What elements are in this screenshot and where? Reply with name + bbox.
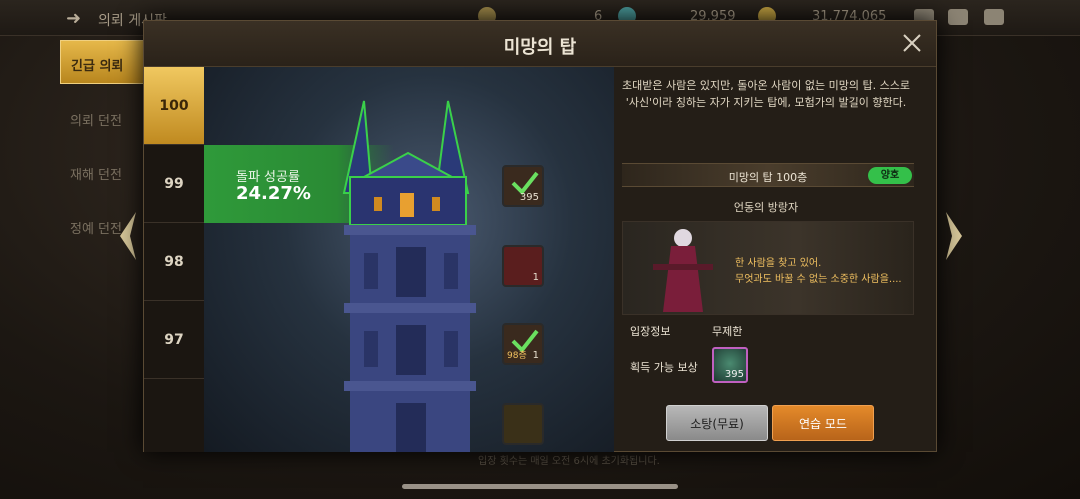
boss-quote-line: 한 사람을 찾고 있어. bbox=[735, 258, 822, 269]
home-indicator[interactable] bbox=[402, 484, 678, 489]
floor-list: 100 99 98 97 bbox=[144, 67, 204, 452]
reward-item-count: 395 bbox=[724, 369, 744, 380]
floor-label: 98 bbox=[164, 253, 184, 270]
reward-count: 1 bbox=[532, 350, 539, 361]
tower-description: 초대받은 사람은 있지만, 돌아온 사람이 없는 미망의 탑. 스스로 '사신'… bbox=[622, 79, 910, 109]
reward-label: 획득 가능 보상 bbox=[630, 361, 698, 374]
boss-portrait bbox=[653, 229, 713, 312]
entry-info-value: 무제한 bbox=[712, 325, 743, 338]
game-background: ➜ 의뢰 게시판 6 29,959 31,774,065 긴급 의뢰 의뢰 던전… bbox=[0, 0, 1080, 499]
menu-item-urgent[interactable]: 긴급 의뢰 bbox=[60, 40, 146, 84]
floor-100-reward[interactable]: 395 bbox=[502, 165, 544, 207]
reward-floor-label: 98층 bbox=[507, 351, 527, 361]
status-badge: 양호 bbox=[868, 167, 912, 184]
prev-arrow-icon[interactable] bbox=[116, 210, 138, 262]
reward-count: 395 bbox=[519, 192, 539, 203]
boss-quote: 한 사람을 찾고 있어. 무엇과도 바꿀 수 없는 소중한 사람을.... bbox=[735, 256, 902, 288]
practice-mode-button[interactable]: 연습 모드 bbox=[772, 405, 874, 441]
reward-count: 1 bbox=[532, 272, 539, 283]
boss-quote-line: 무엇과도 바꿀 수 없는 소중한 사람을.... bbox=[735, 274, 902, 285]
reward-item-icon[interactable]: 395 bbox=[712, 347, 748, 383]
modal-header: 미망의 탑 bbox=[144, 21, 936, 67]
chat-icon[interactable] bbox=[984, 9, 1004, 25]
boss-name: 언동의 방랑자 bbox=[733, 201, 799, 214]
floor-title-bar: 미망의 탑 100층 양호 bbox=[622, 163, 914, 187]
sweep-button[interactable]: 소탕(무료) bbox=[666, 405, 768, 441]
floor-item-97[interactable]: 97 bbox=[144, 301, 204, 379]
floor-label: 97 bbox=[164, 331, 184, 348]
reset-notice: 입장 횟수는 매일 오전 6시에 초기화됩니다. bbox=[478, 456, 660, 467]
next-arrow-icon[interactable] bbox=[944, 210, 966, 262]
tower-illustration bbox=[342, 100, 476, 452]
modal-title: 미망의 탑 bbox=[503, 37, 577, 58]
floor-99-reward[interactable]: 1 bbox=[502, 245, 544, 287]
floor-97-reward[interactable] bbox=[502, 403, 544, 445]
menu-item-request-dungeon[interactable]: 의뢰 던전 bbox=[60, 96, 146, 140]
menu-item-disaster-dungeon[interactable]: 재해 던전 bbox=[60, 150, 146, 194]
menu-item-label: 의뢰 던전 bbox=[70, 114, 122, 129]
detail-panel: 초대받은 사람은 있지만, 돌아온 사람이 없는 미망의 탑. 스스로 '사신'… bbox=[616, 67, 916, 452]
tower-modal: 미망의 탑 100 99 98 97 돌파 성공률 24.27% 395 1 9… bbox=[143, 20, 937, 452]
floor-label: 100 bbox=[159, 97, 189, 114]
entry-info-label: 입장정보 bbox=[630, 325, 671, 338]
menu-item-label: 재해 던전 bbox=[70, 168, 122, 183]
floor-item-100[interactable]: 100 bbox=[144, 67, 204, 145]
floor-item-99[interactable]: 99 bbox=[144, 145, 204, 223]
menu-item-label: 정예 던전 bbox=[70, 222, 122, 237]
boss-portrait-box: 한 사람을 찾고 있어. 무엇과도 바꿀 수 없는 소중한 사람을.... bbox=[622, 221, 914, 315]
floor-item-98[interactable]: 98 bbox=[144, 223, 204, 301]
back-arrow-icon[interactable]: ➜ bbox=[66, 8, 81, 29]
close-icon[interactable] bbox=[900, 31, 924, 55]
floor-label: 99 bbox=[164, 175, 184, 192]
floor-98-reward[interactable]: 98층 1 bbox=[502, 323, 544, 365]
mail-icon[interactable] bbox=[948, 9, 968, 25]
tower-view: 돌파 성공률 24.27% 395 1 98층 1 bbox=[204, 67, 614, 452]
menu-item-label: 긴급 의뢰 bbox=[71, 59, 124, 74]
